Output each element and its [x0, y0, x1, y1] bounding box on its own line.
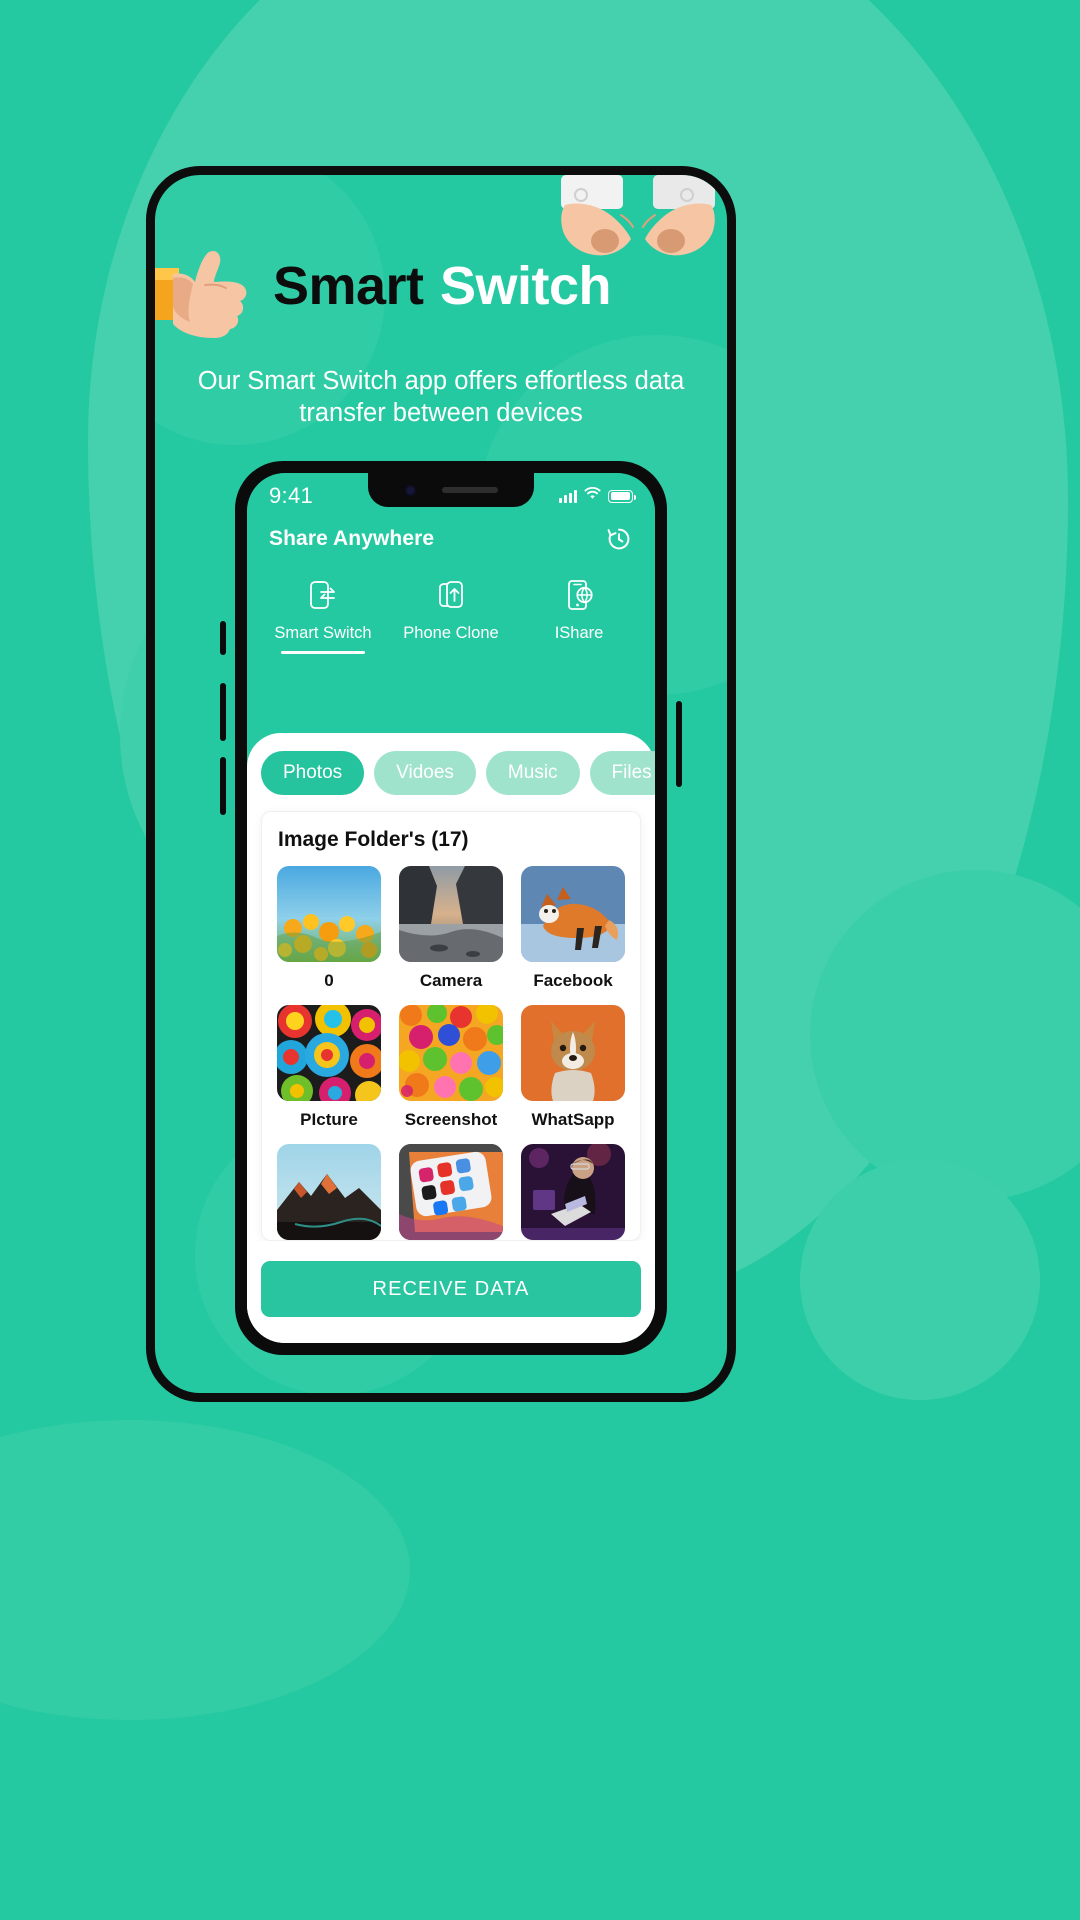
folder-grid: 0 Camera Facebook PIcture Screenshot Wha… — [274, 866, 628, 1240]
phone-mute-switch — [220, 621, 226, 655]
folder-name: WhatSapp — [531, 1110, 615, 1129]
phone-volume-down-button — [220, 757, 226, 815]
battery-icon — [608, 489, 636, 503]
inner-phone-mockup: 9:41 Share Anywhere Smart Switch Phone C… — [220, 461, 682, 1355]
phone-globe-icon — [559, 575, 599, 615]
folder-thumbnail-rainbow-roses — [277, 1005, 381, 1101]
tab-smart-switch-label: Smart Switch — [274, 624, 372, 642]
app-header: Share Anywhere — [247, 519, 655, 553]
folder-item[interactable]: Screenshot — [396, 1005, 506, 1130]
folder-item[interactable]: WhatSapp — [518, 1005, 628, 1130]
folder-section-title: Image Folder's (17) — [278, 828, 469, 851]
heart-hands — [561, 175, 715, 256]
phone-clone-upload-icon — [431, 575, 471, 615]
feature-tabs: Smart Switch Phone Clone IShare — [247, 575, 655, 654]
folder-name: Camera — [419, 971, 483, 990]
folder-name: Screenshot — [404, 1110, 498, 1129]
folder-item[interactable]: 0 — [274, 866, 384, 991]
folder-name: 0 — [324, 971, 334, 990]
tab-active-underline — [281, 651, 365, 654]
status-bar-time: 9:41 — [269, 483, 314, 508]
outer-phone-frame: Smart Switch Our Smart Switch app offers… — [146, 166, 736, 1402]
page-title-word-smart: Smart — [270, 256, 426, 316]
folder-thumbnail-red-fox-snow — [521, 866, 625, 962]
folder-thumbnail-colorful-gumballs — [399, 1005, 503, 1101]
history-clock-icon[interactable] — [605, 525, 633, 553]
folder-item[interactable]: PIcture — [274, 1005, 384, 1130]
receive-data-button[interactable]: RECEIVE DATA — [261, 1261, 641, 1317]
tab-phone-clone-label: Phone Clone — [403, 624, 499, 642]
folder-item[interactable]: Camera — [396, 866, 506, 991]
filter-chip-row[interactable]: Photos Vidoes Music Files Apps — [247, 751, 655, 811]
chip-photos[interactable]: Photos — [261, 751, 365, 795]
signal-icon — [559, 489, 577, 503]
content-sheet: Photos Vidoes Music Files Apps Image Fol… — [247, 733, 655, 1343]
status-bar-icons — [559, 486, 636, 505]
folder-thumbnail-yellow-poppy-flowers — [277, 866, 381, 962]
page-subtitle: Our Smart Switch app offers effortless d… — [197, 367, 685, 428]
phone-volume-up-button — [220, 683, 226, 741]
folder-thumbnail-phone-app-icons — [399, 1144, 503, 1240]
chip-music[interactable]: Music — [485, 751, 580, 795]
receive-button-area: RECEIVE DATA — [247, 1241, 655, 1343]
tab-inactive-underline — [537, 651, 621, 654]
folder-item[interactable]: Facebook — [518, 866, 628, 991]
image-folder-card: Image Folder's (17) 0 Camera Facebook PI… — [261, 811, 641, 1241]
thumbs-up-hand — [155, 250, 247, 338]
folder-thumbnail-people-laptops-neon — [521, 1144, 625, 1240]
folder-thumbnail-sea-cliffs-beach — [399, 866, 503, 962]
background-blob-bottom — [0, 1420, 410, 1720]
folder-thumbnail-desert-mountain — [277, 1144, 381, 1240]
background-blob-small — [800, 1160, 1040, 1400]
folder-item[interactable]: Intagrame — [274, 1144, 384, 1240]
wifi-icon — [584, 486, 601, 505]
folder-name: PIcture — [300, 1110, 358, 1129]
phone-power-button — [676, 701, 682, 787]
tab-smart-switch[interactable]: Smart Switch — [260, 575, 387, 654]
folder-item[interactable]: Twitter — [396, 1144, 506, 1240]
status-bar: 9:41 — [247, 473, 655, 519]
tab-phone-clone[interactable]: Phone Clone — [388, 575, 515, 654]
app-header-title: Share Anywhere — [269, 527, 435, 550]
chip-vidoes[interactable]: Vidoes — [374, 751, 476, 795]
chip-files[interactable]: Files — [589, 751, 655, 795]
folder-name: Facebook — [533, 971, 613, 990]
folder-thumbnail-corgi-puppy-orange — [521, 1005, 625, 1101]
folder-item[interactable]: InSaver — [518, 1144, 628, 1240]
tab-ishare[interactable]: IShare — [516, 575, 643, 654]
phone-screen: 9:41 Share Anywhere Smart Switch Phone C… — [247, 473, 655, 1343]
tab-ishare-label: IShare — [554, 624, 604, 642]
phone-transfer-icon — [303, 575, 343, 615]
tab-inactive-underline — [409, 651, 493, 654]
